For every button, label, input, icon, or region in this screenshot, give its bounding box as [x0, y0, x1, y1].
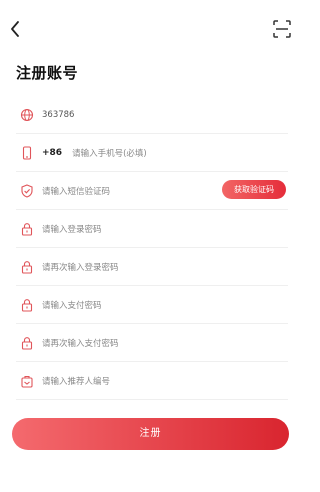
chevron-left-icon — [11, 21, 19, 37]
referrer-placeholder: 请输入推荐人编号 — [42, 376, 111, 387]
country-code[interactable]: +86 — [42, 148, 62, 158]
shield-check-icon — [20, 183, 34, 198]
referrer-icon — [20, 374, 34, 388]
lock-icon — [20, 222, 34, 236]
invite-code-value: 363786 — [42, 109, 75, 120]
login-password-placeholder: 请输入登录密码 — [42, 224, 102, 235]
phone-icon — [20, 145, 34, 160]
scan-icon — [273, 20, 291, 38]
pay-password-field[interactable]: 请输入支付密码 — [16, 286, 288, 324]
lock-icon — [20, 260, 34, 274]
register-form: 363786 +86 请输入手机号(必填) 请输入短信验证码 请输入登录密码 请… — [16, 96, 288, 400]
login-password-confirm-field[interactable]: 请再次输入登录密码 — [16, 248, 288, 286]
get-code-button[interactable]: 获取验证码 — [222, 180, 286, 199]
phone-placeholder: 请输入手机号(必填) — [72, 148, 147, 159]
scan-button[interactable] — [272, 19, 292, 39]
globe-icon — [20, 108, 34, 122]
phone-field[interactable]: +86 请输入手机号(必填) — [16, 134, 288, 172]
lock-icon — [20, 336, 34, 350]
pay-password-confirm-placeholder: 请再次输入支付密码 — [42, 338, 119, 349]
pay-password-confirm-field[interactable]: 请再次输入支付密码 — [16, 324, 288, 362]
pay-password-placeholder: 请输入支付密码 — [42, 300, 102, 311]
login-password-field[interactable]: 请输入登录密码 — [16, 210, 288, 248]
referrer-field[interactable]: 请输入推荐人编号 — [16, 362, 288, 400]
register-button[interactable]: 注册 — [12, 418, 289, 450]
login-password-confirm-placeholder: 请再次输入登录密码 — [42, 262, 119, 273]
lock-icon — [20, 298, 34, 312]
back-button[interactable] — [6, 18, 24, 40]
top-bar — [0, 14, 300, 44]
page-title: 注册账号 — [16, 64, 79, 82]
invite-code-field[interactable]: 363786 — [16, 96, 288, 134]
